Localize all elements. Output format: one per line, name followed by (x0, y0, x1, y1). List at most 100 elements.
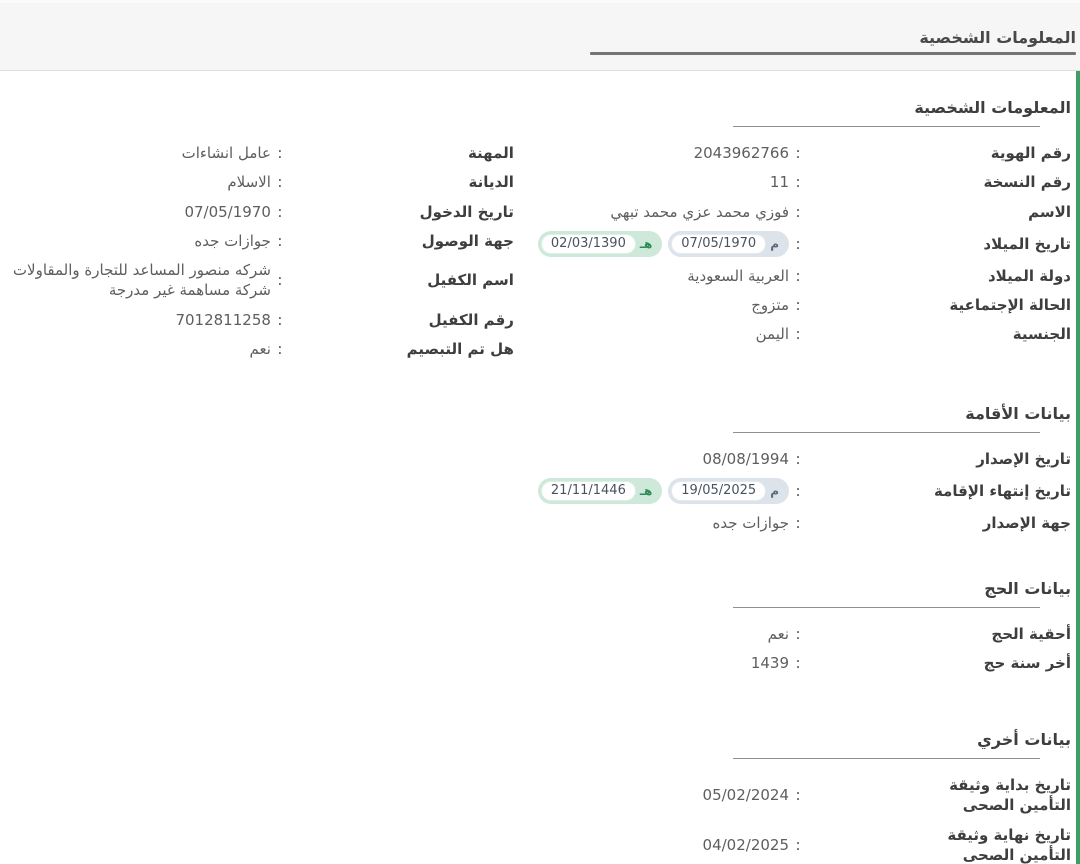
field-fingerprinted: هل تم التبصيم : نعم (8, 339, 514, 359)
field-label: أحقية الحج (807, 624, 1071, 644)
field-label: أخر سنة حج (807, 653, 1071, 673)
colon: : (789, 514, 807, 532)
field-arrival-port: جهة الوصول : جوازات جده (8, 231, 514, 251)
field-value: 1439 (552, 653, 790, 673)
section-residence-data: بيانات الأقامة تاريخ الإصدار : 08/08/199… (0, 403, 1076, 534)
personal-info-left-column: المهنة : عامل انشاءات الديانة : الاسلام … (8, 143, 514, 359)
field-label: تاريخ الميلاد (807, 234, 1071, 254)
field-profession: المهنة : عامل انشاءات (8, 143, 514, 163)
colon: : (271, 271, 289, 289)
colon: : (789, 654, 807, 672)
colon: : (789, 325, 807, 343)
colon: : (271, 311, 289, 329)
field-hajj-eligibility: أحقية الحج : نعم (552, 624, 1072, 644)
section-title: المعلومات الشخصية (0, 97, 1076, 119)
field-value: 05/02/2024 (552, 785, 790, 805)
field-label: تاريخ بداية وثيقة التأمين الصحى (807, 775, 1071, 816)
colon: : (271, 340, 289, 358)
field-value: العربية السعودية (538, 266, 789, 286)
field-religion: الديانة : الاسلام (8, 172, 514, 192)
hijri-calendar-letter: هـ (636, 483, 659, 499)
colon: : (789, 173, 807, 191)
tab-personal-information-label: المعلومات الشخصية (590, 28, 1076, 47)
section-other-data: بيانات أخري تاريخ بداية وثيقة التأمين ال… (0, 729, 1076, 864)
section-title: بيانات الأقامة (0, 403, 1076, 425)
field-label: تاريخ الإصدار (807, 449, 1071, 469)
colon: : (271, 203, 289, 221)
residence-column: تاريخ الإصدار : 08/08/1994 تاريخ إنتهاء … (538, 449, 1071, 534)
field-insurance-start-date: تاريخ بداية وثيقة التأمين الصحى : 05/02/… (552, 775, 1072, 816)
field-label: جهة الإصدار (807, 513, 1071, 533)
field-last-hajj-year: أخر سنة حج : 1439 (552, 653, 1072, 673)
field-sponsor-name: اسم الكفيل : شركه منصور المساعد للتجارة … (8, 260, 514, 301)
gregorian-calendar-letter: م (766, 236, 786, 252)
field-birth-date: تاريخ الميلاد : 07/05/1970 م 02/03/1390 … (538, 231, 1071, 257)
field-name: الاسم : فوزي محمد عزي محمد تبهي (538, 202, 1071, 222)
field-value: 08/08/1994 (538, 449, 789, 469)
gregorian-date: 19/05/2025 (671, 481, 766, 501)
field-issue-date: تاريخ الإصدار : 08/08/1994 (538, 449, 1071, 469)
field-label: الديانة (289, 172, 514, 192)
empty-column (8, 775, 528, 864)
field-value: 7012811258 (8, 310, 271, 330)
colon: : (789, 786, 807, 804)
field-sponsor-number: رقم الكفيل : 7012811258 (8, 310, 514, 330)
field-label: اسم الكفيل (289, 270, 514, 290)
gregorian-date: 07/05/1970 (671, 234, 766, 254)
field-value: الاسلام (8, 172, 271, 192)
gregorian-calendar-letter: م (766, 483, 786, 499)
field-label: رقم الكفيل (289, 310, 514, 330)
field-value: اليمن (538, 324, 789, 344)
colon: : (789, 482, 807, 500)
field-label: الحالة الإجتماعية (807, 295, 1071, 315)
field-entry-date: تاريخ الدخول : 07/05/1970 (8, 202, 514, 222)
gregorian-date-badge: 19/05/2025 م (668, 478, 789, 504)
field-label: تاريخ نهاية وثيقة التأمين الصحى (807, 825, 1071, 864)
field-value: فوزي محمد عزي محمد تبهي (538, 202, 789, 222)
field-label: رقم الهوية (807, 143, 1071, 163)
colon: : (789, 836, 807, 854)
personal-information-panel: المعلومات الشخصية رقم الهوية : 204396276… (0, 71, 1080, 864)
field-value: 07/05/1970 (8, 202, 271, 222)
field-value: 19/05/2025 م 21/11/1446 هـ (538, 478, 789, 504)
section-title: بيانات الحج (0, 578, 1076, 600)
empty-column (8, 449, 514, 534)
field-label: الاسم (807, 202, 1071, 222)
field-value: شركه منصور المساعد للتجارة والمقاولات شر… (8, 260, 271, 301)
colon: : (271, 232, 289, 250)
field-birth-country: دولة الميلاد : العربية السعودية (538, 266, 1071, 286)
field-version-number: رقم النسخة : 11 (538, 172, 1071, 192)
empty-column (8, 624, 528, 674)
field-marital-status: الحالة الإجتماعية : متزوج (538, 295, 1071, 315)
colon: : (789, 144, 807, 162)
hijri-date-badge: 02/03/1390 هـ (538, 231, 662, 257)
field-value: جوازات جده (8, 231, 271, 251)
other-column: تاريخ بداية وثيقة التأمين الصحى : 05/02/… (552, 775, 1072, 864)
field-issuing-authority: جهة الإصدار : جوازات جده (538, 513, 1071, 533)
colon: : (789, 235, 807, 253)
colon: : (789, 296, 807, 314)
colon: : (271, 173, 289, 191)
field-value: جوازات جده (538, 513, 789, 533)
field-nationality: الجنسية : اليمن (538, 324, 1071, 344)
field-label: الجنسية (807, 324, 1071, 344)
field-label: رقم النسخة (807, 172, 1071, 192)
field-label: تاريخ الدخول (289, 202, 514, 222)
field-insurance-end-date: تاريخ نهاية وثيقة التأمين الصحى : 04/02/… (552, 825, 1072, 864)
field-value: 11 (538, 172, 789, 192)
section-title: بيانات أخري (0, 729, 1076, 751)
gregorian-date-badge: 07/05/1970 م (668, 231, 789, 257)
personal-info-right-column: رقم الهوية : 2043962766 رقم النسخة : 11 … (538, 143, 1071, 359)
field-label: تاريخ إنتهاء الإقامة (807, 481, 1071, 501)
hijri-date-badge: 21/11/1446 هـ (538, 478, 662, 504)
field-id-number: رقم الهوية : 2043962766 (538, 143, 1071, 163)
hijri-date: 02/03/1390 (541, 234, 636, 254)
field-value: نعم (552, 624, 790, 644)
hajj-column: أحقية الحج : نعم أخر سنة حج : 1439 (552, 624, 1072, 674)
field-value: 2043962766 (538, 143, 789, 163)
colon: : (789, 203, 807, 221)
field-label: المهنة (289, 143, 514, 163)
colon: : (789, 450, 807, 468)
tab-personal-information[interactable]: المعلومات الشخصية (590, 28, 1076, 70)
colon: : (789, 267, 807, 285)
